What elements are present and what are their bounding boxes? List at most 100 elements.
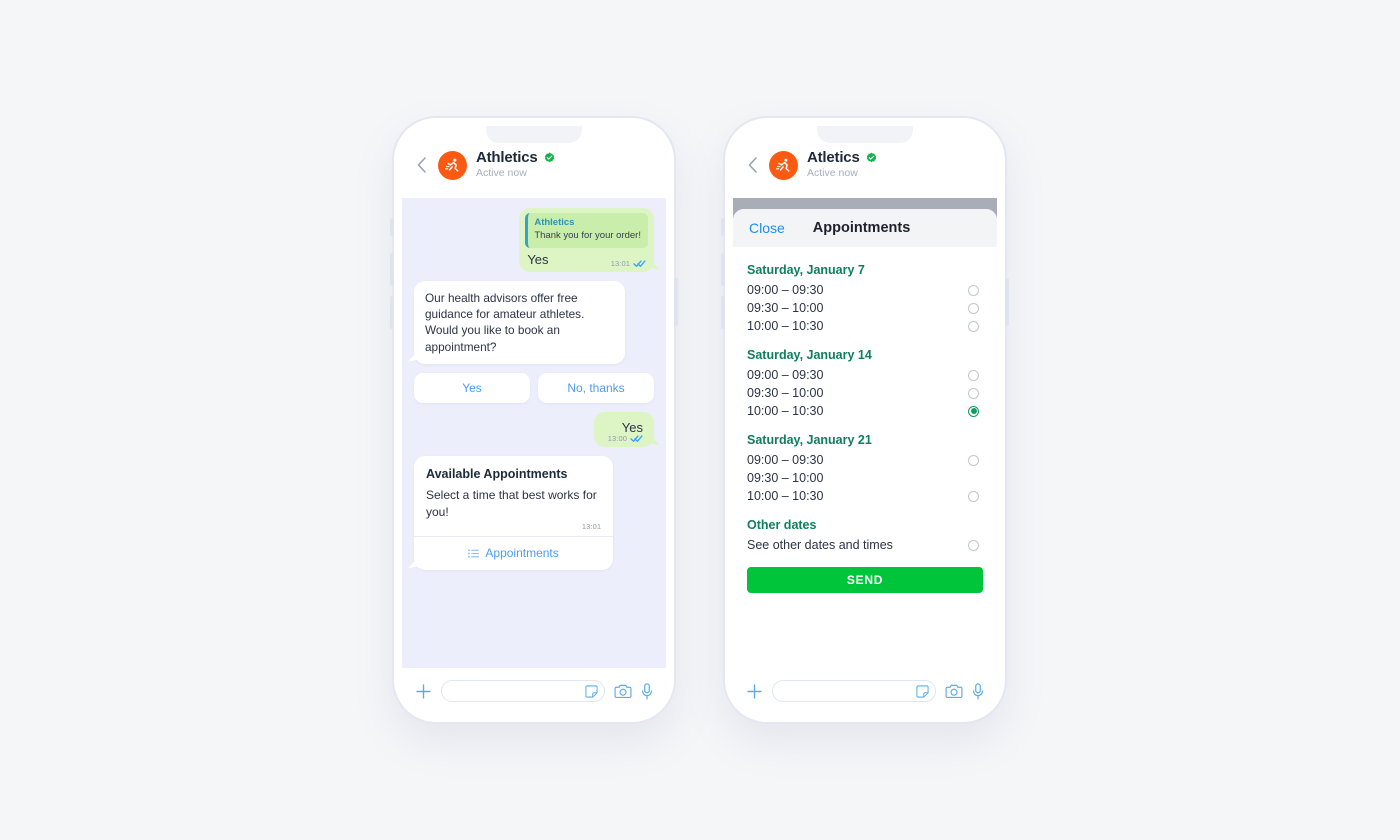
camera-icon[interactable] [945,684,963,699]
modal-header: Close Appointments [733,209,997,247]
radio-button[interactable] [968,490,979,502]
card-action-appointments[interactable]: Appointments [426,537,601,570]
radio-button[interactable] [968,539,979,551]
back-button[interactable] [412,155,432,175]
message-row-appointment-card: Available Appointments Select a time tha… [414,456,654,571]
message-text: Our health advisors offer free guidance … [425,290,585,354]
quoted-text: Thank you for your order! [534,230,641,242]
appointment-slot-row[interactable]: 09:00 – 09:30 [747,366,983,384]
appointment-slot-row[interactable]: 09:30 – 10:00 [747,384,983,402]
card-meta: 13:01 [426,520,601,536]
chat-input-bar [402,668,666,714]
chat-message-list: Athletics Thank you for your order! Yes … [402,198,666,668]
plus-icon[interactable] [415,683,432,700]
running-athlete-icon [775,158,790,172]
sticker-icon[interactable] [585,684,598,698]
radio-button[interactable] [968,369,979,381]
send-button[interactable]: SEND [747,567,983,593]
appointment-slot-label: 10:00 – 10:30 [747,404,824,418]
double-check-read-icon [630,435,643,443]
modal-close-button[interactable]: Close [749,220,785,236]
plus-icon[interactable] [746,683,763,700]
appointment-slot-label: 09:30 – 10:00 [747,386,824,400]
chat-title-block: Atletics Active now [807,148,878,180]
message-meta: 13:00 [608,434,645,443]
right-phone-frame: Atletics Active now Close Appointments S… [721,116,1009,724]
phone-power-button[interactable] [674,278,678,326]
quick-reply-yes[interactable]: Yes [414,372,530,403]
camera-icon[interactable] [614,684,632,699]
chat-title-row: Atletics [807,148,878,167]
microphone-icon[interactable] [972,682,984,700]
radio-button[interactable] [968,387,979,399]
appointment-group-title: Saturday, January 21 [747,433,872,447]
avatar[interactable] [769,150,798,180]
appointment-slot-row[interactable]: 10:00 – 10:30 [747,402,983,420]
appointment-slot-row[interactable]: 09:30 – 10:00 [747,299,983,317]
appointment-group: Saturday, January 14 09:00 – 09:30 09:30 –… [747,348,983,420]
appointments-modal-sheet: Close Appointments Saturday, January 7 09… [733,209,997,668]
appointment-slot-list: Saturday, January 7 09:00 – 09:30 09:30 – … [733,247,997,668]
appointment-slot-row[interactable]: 10:00 – 10:30 [747,487,983,505]
phone-silent-switch[interactable] [721,218,725,236]
sticker-icon[interactable] [916,684,929,698]
microphone-icon[interactable] [641,682,653,700]
incoming-bubble[interactable]: Our health advisors offer free guidance … [414,280,626,364]
quoted-author: Athletics [534,217,575,228]
appointment-slot-row[interactable]: 09:30 – 10:00 [747,469,983,487]
verified-badge-icon [866,152,876,163]
message-row-incoming: Our health advisors offer free guidance … [414,280,654,364]
radio-button[interactable] [968,320,979,332]
double-check-read-icon [633,260,646,267]
phone-notch [486,126,582,143]
phone-volume-down-button[interactable] [721,296,725,329]
appointment-group-title: Saturday, January 7 [747,263,865,277]
chevron-left-icon [748,157,757,173]
avatar[interactable] [438,150,467,180]
appointment-slot-label: 10:00 – 10:30 [747,489,824,503]
message-row-outgoing: Yes 13:00 [414,411,654,448]
phone-power-button[interactable] [1005,278,1009,326]
chevron-left-icon [417,157,426,173]
phone-volume-up-button[interactable] [721,253,725,286]
appointment-group: Saturday, January 7 09:00 – 09:30 09:30 – … [747,263,983,335]
chat-title-block: Athletics Active now [476,148,556,180]
appointment-slot-label: 09:00 – 09:30 [747,283,824,297]
appointment-group-title: Saturday, January 14 [747,348,872,362]
appointment-slot-label: 09:00 – 09:30 [747,453,824,467]
radio-button[interactable] [968,454,979,466]
chat-contact-name: Athletics [476,148,538,166]
radio-button-selected[interactable] [968,405,979,417]
message-input-field[interactable] [441,680,605,702]
appointment-slot-row[interactable]: 09:00 – 09:30 [747,281,983,299]
quick-reply-no-thanks[interactable]: No, thanks [538,372,654,403]
card-time: 13:01 [581,522,602,532]
phone-silent-switch[interactable] [390,218,394,236]
chat-status: Active now [476,167,527,180]
radio-button[interactable] [968,302,979,314]
chat-status: Active now [807,167,858,180]
message-time: 13:00 [607,434,627,444]
card-action-label: Appointments [485,546,559,561]
chat-contact-name: Atletics [807,148,860,166]
appointment-slot-row[interactable]: 09:00 – 09:30 [747,451,983,469]
appointment-slot-row[interactable]: See other dates and times [747,536,983,554]
appointment-slot-row[interactable]: 10:00 – 10:30 [747,317,983,335]
message-row-quoted-reply: Athletics Thank you for your order! Yes … [414,208,654,272]
phone-volume-up-button[interactable] [390,253,394,286]
outgoing-bubble-quoted[interactable]: Athletics Thank you for your order! Yes … [519,208,654,272]
appointment-group: Saturday, January 21 09:00 – 09:30 09:30 –… [747,433,983,505]
outgoing-bubble[interactable]: Yes 13:00 [593,411,654,448]
back-button[interactable] [743,155,763,175]
chat-title-row: Athletics [476,148,556,167]
radio-button[interactable] [968,284,979,296]
appointment-card[interactable]: Available Appointments Select a time tha… [414,456,614,571]
message-input-field[interactable] [772,680,936,702]
verified-badge-icon [544,152,554,163]
left-phone-screen: Athletics Active now Athletics Thank you… [402,126,666,714]
quick-reply-group: Yes No, thanks [414,372,654,403]
phone-volume-down-button[interactable] [390,296,394,329]
list-icon [468,549,480,558]
chat-input-bar [733,668,997,714]
appointment-slot-label: 09:00 – 09:30 [747,368,824,382]
